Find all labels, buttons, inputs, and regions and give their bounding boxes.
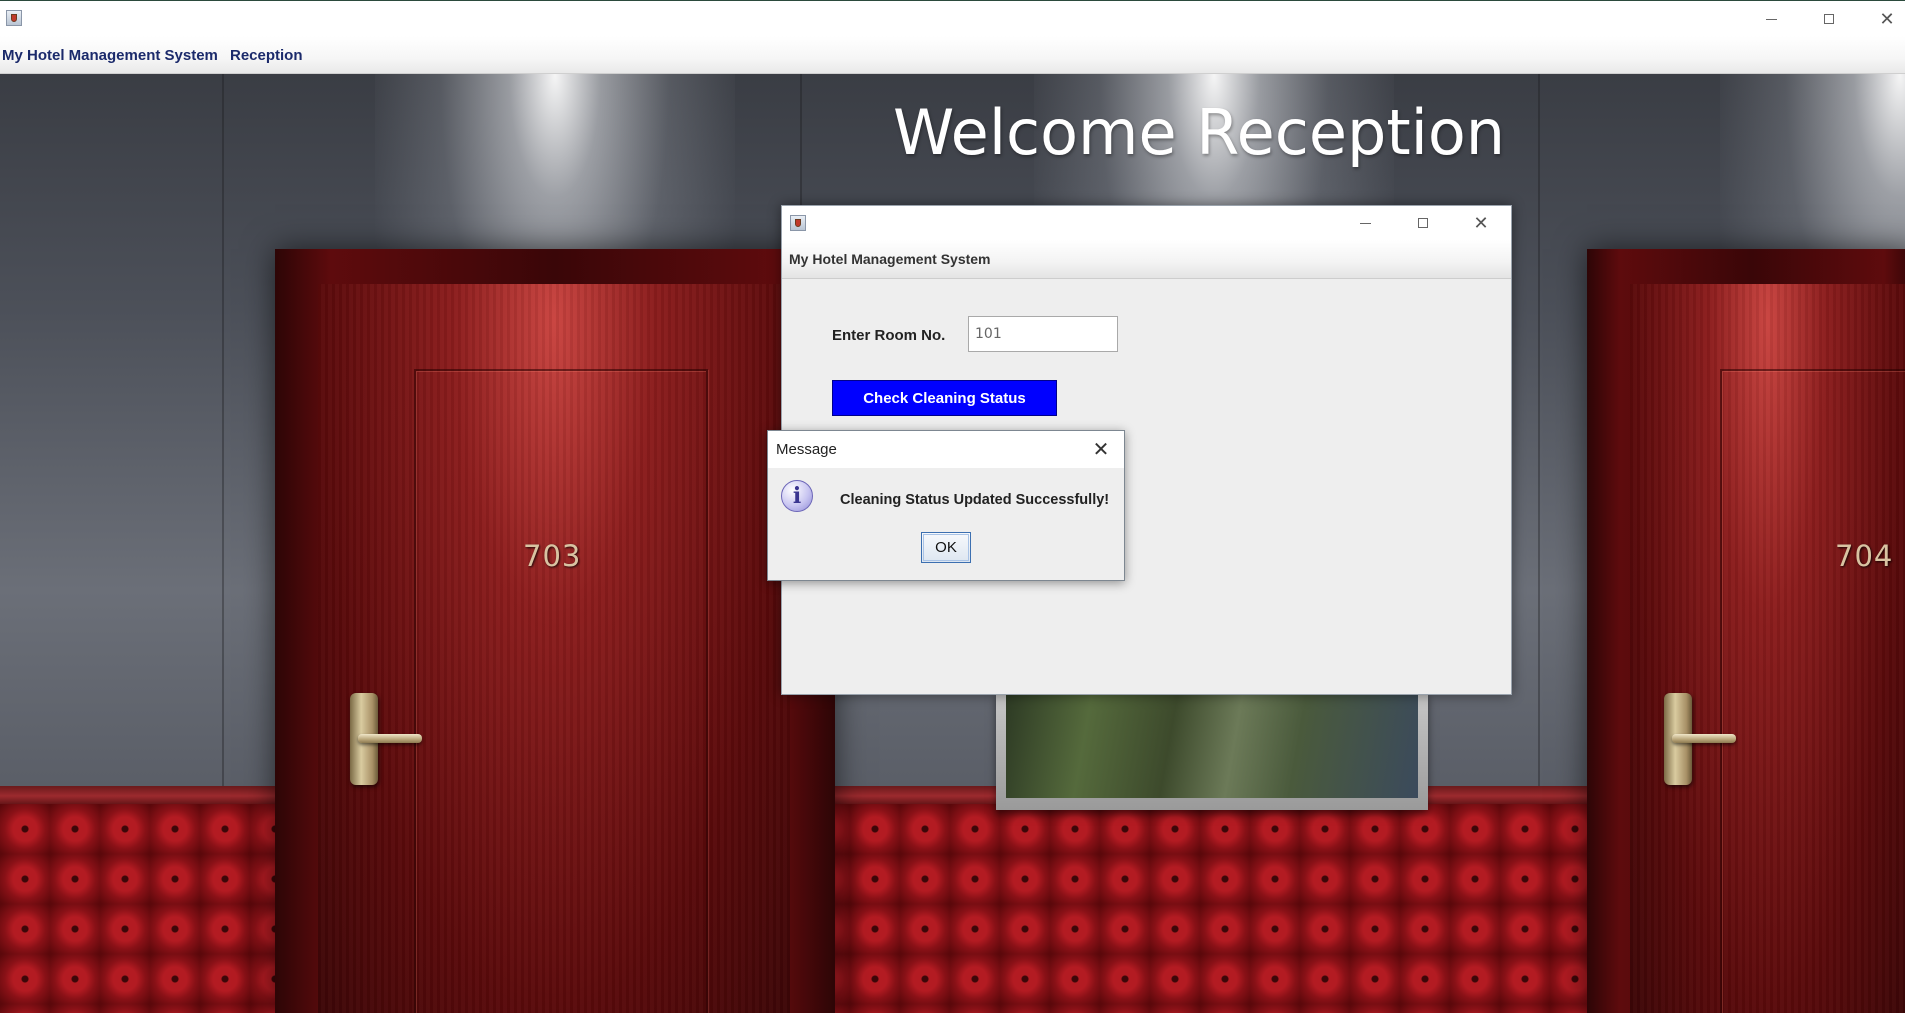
minimize-icon[interactable] [1342, 206, 1388, 240]
close-icon[interactable]: ✕ [1084, 433, 1118, 465]
room-number-703: 703 [523, 539, 582, 573]
frame-menubar: My Hotel Management System [782, 240, 1511, 279]
room-number-704: 704 [1835, 539, 1894, 573]
room-number-label: Enter Room No. [832, 327, 946, 344]
frame-titlebar: ✕ [782, 206, 1511, 240]
door-704: 704 [1630, 284, 1905, 1013]
menu-my-hotel-management-system[interactable]: My Hotel Management System [2, 47, 218, 64]
window-titlebar: ✕ [0, 0, 1905, 36]
dialog-message: Cleaning Status Updated Successfully! [840, 492, 1110, 508]
java-app-icon [790, 215, 806, 231]
room-number-input[interactable] [968, 316, 1118, 352]
message-dialog: Message ✕ i Cleaning Status Updated Succ… [767, 430, 1125, 581]
door-703: 703 [318, 284, 790, 1013]
java-app-icon [6, 10, 22, 26]
dialog-title: Message [776, 441, 837, 458]
check-cleaning-status-button[interactable]: Check Cleaning Status [832, 380, 1057, 416]
wall-painting [996, 692, 1428, 810]
welcome-heading: Welcome Reception [893, 96, 1506, 169]
maximize-icon[interactable] [1400, 206, 1446, 240]
dialog-titlebar: Message ✕ [768, 431, 1124, 468]
menu-reception[interactable]: Reception [230, 47, 303, 64]
info-icon: i [781, 480, 813, 512]
close-icon[interactable]: ✕ [1864, 2, 1905, 36]
close-icon[interactable]: ✕ [1458, 206, 1504, 240]
maximize-icon[interactable] [1806, 2, 1852, 36]
frame-title[interactable]: My Hotel Management System [789, 251, 991, 267]
ok-button[interactable]: OK [921, 532, 971, 563]
main-menubar: My Hotel Management System Reception [0, 36, 1905, 74]
minimize-icon[interactable] [1748, 2, 1794, 36]
